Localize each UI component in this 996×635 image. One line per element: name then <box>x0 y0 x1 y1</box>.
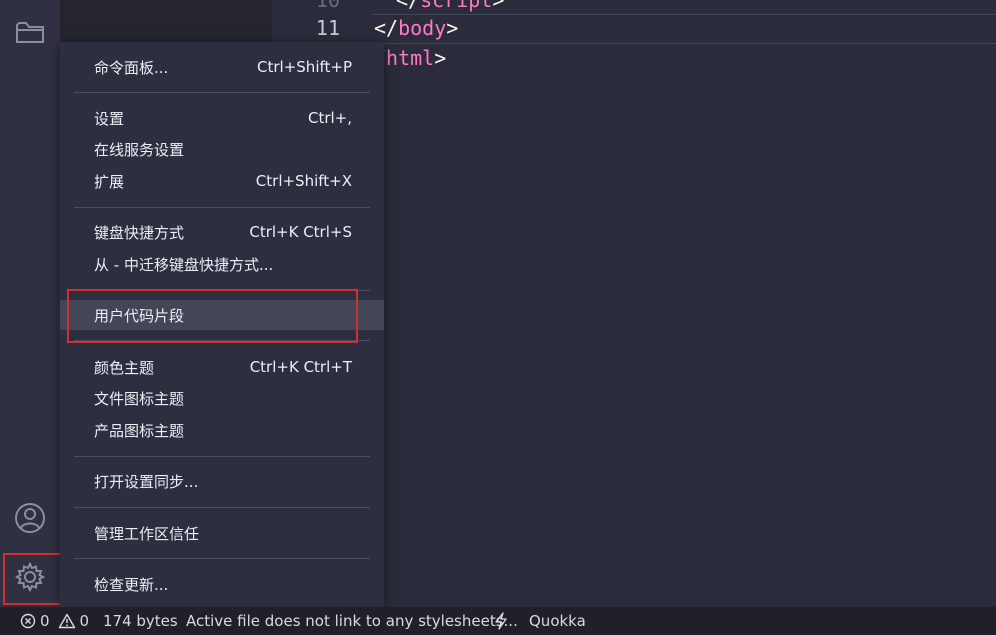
code-line: </script> <box>396 0 505 12</box>
menu-separator <box>74 507 370 508</box>
menu-separator <box>74 558 370 559</box>
code-line: /html> <box>374 46 447 70</box>
line-number: 10 <box>315 0 340 12</box>
menu-item-workspace-trust[interactable]: 管理工作区信任 <box>60 518 384 548</box>
line-number: 11 <box>315 16 340 40</box>
quokka-status[interactable]: Quokka <box>529 607 586 635</box>
explorer-icon[interactable] <box>0 7 60 57</box>
problems-indicator[interactable]: 0 0 <box>20 607 89 635</box>
menu-item-check-updates[interactable]: 检查更新... <box>60 569 384 599</box>
file-size[interactable]: 174 bytes <box>103 607 178 635</box>
bolt-icon[interactable] <box>494 607 508 635</box>
menu-item-keyboard-shortcuts[interactable]: 键盘快捷方式 Ctrl+K Ctrl+S <box>60 217 384 247</box>
sidebar-panel <box>60 0 272 42</box>
code-line: </body> <box>374 16 459 40</box>
menu-separator <box>74 92 370 93</box>
stylesheet-status[interactable]: Active file does not link to any stylesh… <box>186 607 518 635</box>
menu-separator <box>74 456 370 457</box>
menu-item-command-palette[interactable]: 命令面板... Ctrl+Shift+P <box>60 52 384 82</box>
menu-item-online-settings[interactable]: 在线服务设置 <box>60 134 384 164</box>
warning-icon <box>58 613 75 629</box>
menu-item-color-theme[interactable]: 颜色主题 Ctrl+K Ctrl+T <box>60 352 384 382</box>
menu-item-migrate-keybindings[interactable]: 从 - 中迁移键盘快捷方式... <box>60 249 384 279</box>
gear-highlight-box <box>3 553 67 605</box>
error-icon <box>20 613 36 629</box>
code-editor[interactable]: </script> </body> /html> <box>372 0 996 607</box>
error-count: 0 <box>40 612 50 630</box>
menu-item-extensions[interactable]: 扩展 Ctrl+Shift+X <box>60 166 384 196</box>
current-line-highlight <box>372 14 996 44</box>
status-bar: 0 0 174 bytes Active file does not link … <box>0 607 996 635</box>
menu-item-settings[interactable]: 设置 Ctrl+, <box>60 103 384 133</box>
snippet-highlight-box <box>67 289 358 343</box>
activity-bar <box>0 0 60 607</box>
menu-item-settings-sync[interactable]: 打开设置同步... <box>60 466 384 496</box>
warning-count: 0 <box>79 612 90 630</box>
account-icon[interactable] <box>0 493 60 543</box>
menu-item-file-icon-theme[interactable]: 文件图标主题 <box>60 383 384 413</box>
menu-item-product-icon-theme[interactable]: 产品图标主题 <box>60 415 384 445</box>
menu-separator <box>74 207 370 208</box>
